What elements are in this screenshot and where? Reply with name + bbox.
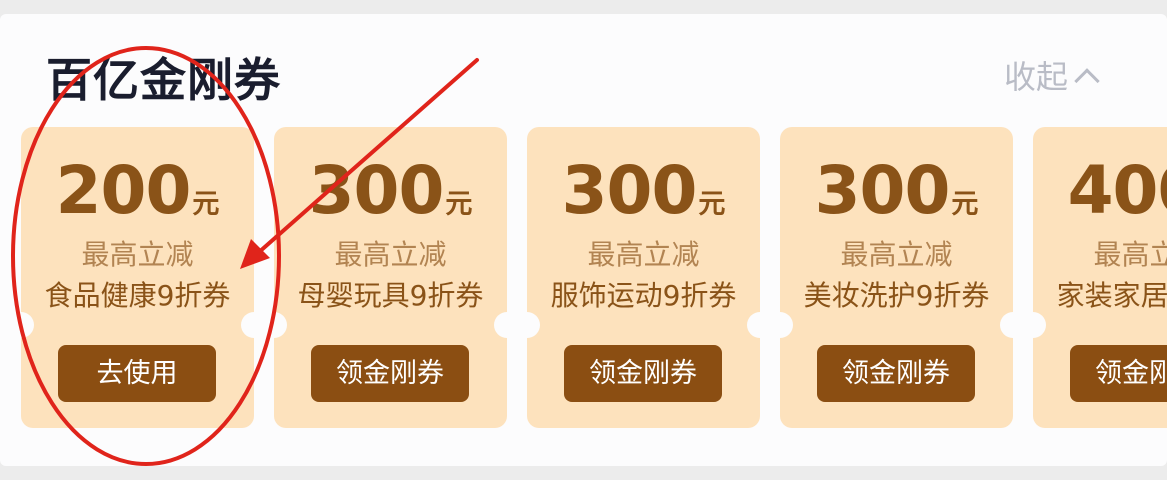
coupon-amount: 300元 bbox=[527, 152, 760, 229]
amount-value: 300 bbox=[561, 152, 698, 229]
collapse-label: 收起 bbox=[1004, 58, 1069, 96]
ticket-notch bbox=[767, 312, 793, 338]
coupon-subtitle: 最高立减 bbox=[334, 238, 447, 271]
coupon-panel: 百亿金刚券 收起 200元 最高立减 食品健康9折券 去使用 300元 最高立减… bbox=[0, 14, 1167, 466]
ticket-notch bbox=[1020, 312, 1046, 338]
coupon-category: 服饰运动9折券 bbox=[550, 279, 737, 312]
coupon-card[interactable]: 300元 最高立减 母婴玩具9折券 领金刚券 bbox=[261, 127, 520, 428]
amount-value: 300 bbox=[814, 152, 951, 229]
coupon-list: 200元 最高立减 食品健康9折券 去使用 300元 最高立减 母婴玩具9折券 … bbox=[8, 127, 1167, 428]
claim-coupon-button[interactable]: 领金刚券 bbox=[311, 345, 469, 402]
coupon-category: 家装家居9折券 bbox=[1056, 279, 1167, 312]
coupon-amount: 300元 bbox=[274, 152, 507, 229]
ticket-notch bbox=[261, 312, 287, 338]
coupon-amount: 400元 bbox=[1033, 152, 1167, 229]
collapse-button[interactable]: 收起 bbox=[1004, 52, 1100, 98]
amount-unit: 元 bbox=[698, 189, 726, 220]
ticket-notch bbox=[8, 312, 34, 338]
amount-value: 200 bbox=[55, 152, 192, 229]
amount-unit: 元 bbox=[951, 189, 979, 220]
amount-value: 400 bbox=[1067, 152, 1167, 229]
coupon-category: 食品健康9折券 bbox=[44, 279, 231, 312]
chevron-up-icon bbox=[1074, 68, 1100, 94]
amount-unit: 元 bbox=[192, 189, 220, 220]
coupon-subtitle: 最高立减 bbox=[587, 238, 700, 271]
claim-coupon-button[interactable]: 领金刚券 bbox=[1070, 345, 1167, 402]
coupon-amount: 200元 bbox=[21, 152, 254, 229]
coupon-card[interactable]: 400元 最高立减 家装家居9折券 领金刚券 bbox=[1020, 127, 1167, 428]
coupon-subtitle: 最高立减 bbox=[840, 238, 953, 271]
amount-value: 300 bbox=[308, 152, 445, 229]
coupon-card[interactable]: 300元 最高立减 美妆洗护9折券 领金刚券 bbox=[767, 127, 1026, 428]
coupon-card[interactable]: 300元 最高立减 服饰运动9折券 领金刚券 bbox=[514, 127, 773, 428]
section-title: 百亿金刚券 bbox=[46, 53, 281, 107]
coupon-card[interactable]: 200元 最高立减 食品健康9折券 去使用 bbox=[8, 127, 267, 428]
ticket-notch bbox=[514, 312, 540, 338]
coupon-subtitle: 最高立减 bbox=[1093, 238, 1167, 271]
coupon-amount: 300元 bbox=[780, 152, 1013, 229]
coupon-category: 美妆洗护9折券 bbox=[803, 279, 990, 312]
amount-unit: 元 bbox=[445, 189, 473, 220]
claim-coupon-button[interactable]: 领金刚券 bbox=[564, 345, 722, 402]
coupon-category: 母婴玩具9折券 bbox=[297, 279, 484, 312]
use-coupon-button[interactable]: 去使用 bbox=[58, 345, 216, 402]
coupon-subtitle: 最高立减 bbox=[81, 238, 194, 271]
claim-coupon-button[interactable]: 领金刚券 bbox=[817, 345, 975, 402]
